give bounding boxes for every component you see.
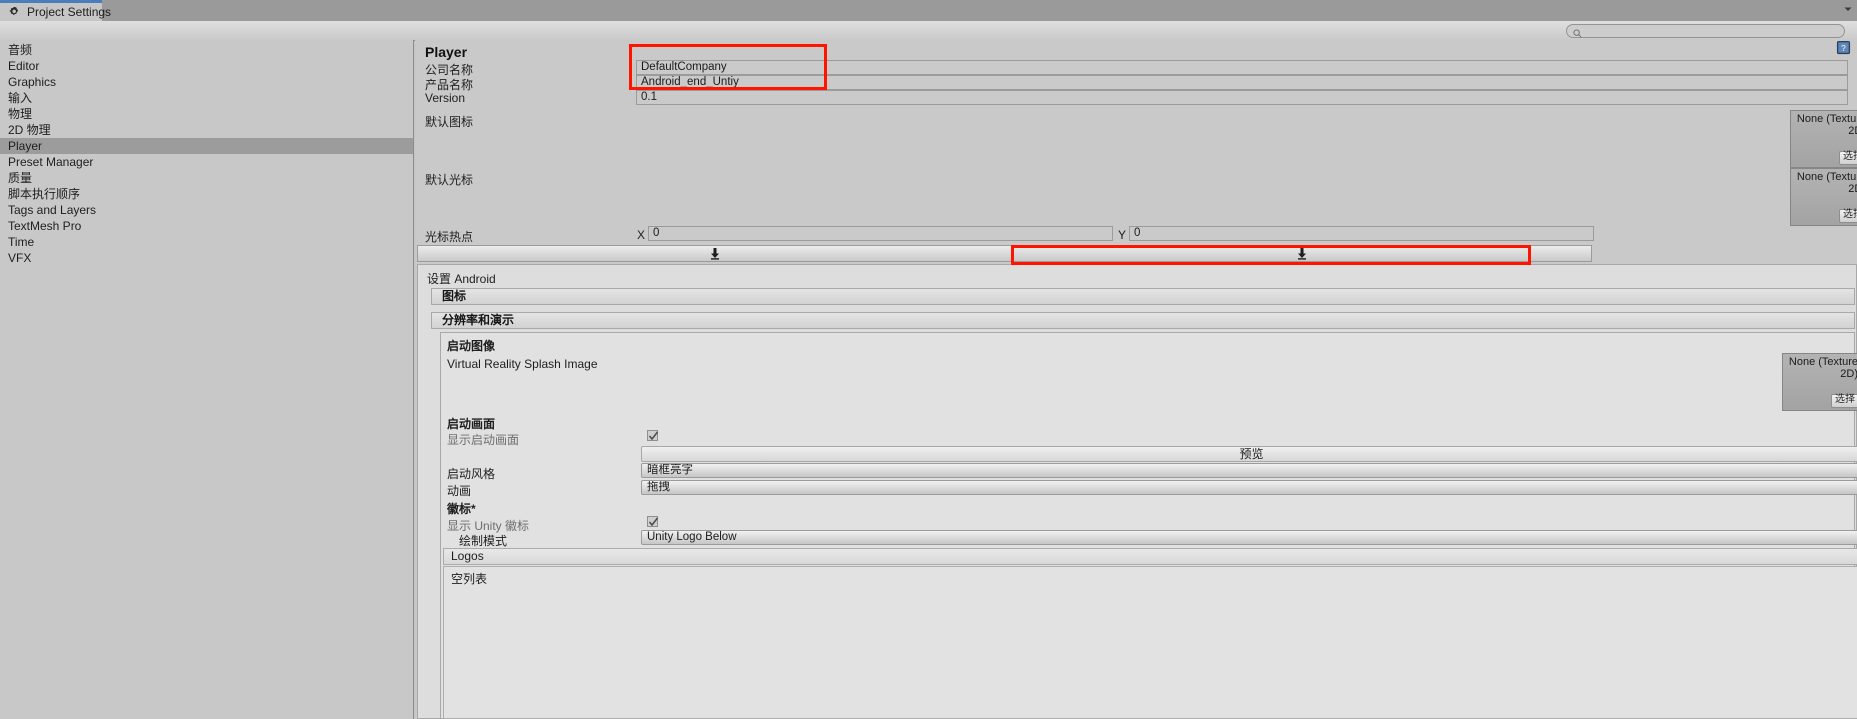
default-cursor-object-field[interactable]: None (Texture 2D) 选择 <box>1790 168 1857 226</box>
default-cursor-value: None (Texture 2D) <box>1796 171 1857 195</box>
version-input[interactable]: 0.1 <box>636 90 1848 105</box>
tab-label: Project Settings <box>27 5 112 19</box>
cursor-hotspot-y-input[interactable]: 0 <box>1129 226 1594 241</box>
search-icon <box>1573 27 1582 37</box>
sidebar-item-tags-and-layers[interactable]: Tags and Layers <box>0 202 413 218</box>
draw-mode-label: 绘制模式 <box>459 534 508 548</box>
tab-project-settings[interactable]: Project Settings <box>0 0 111 21</box>
logos-empty-list: 空列表 <box>443 566 1857 719</box>
default-icon-select-button[interactable]: 选择 <box>1839 151 1857 165</box>
splash-style-dropdown[interactable]: 暗框亮字 <box>641 463 1857 478</box>
default-icon-object-field[interactable]: None (Texture 2D) 选择 <box>1790 110 1857 168</box>
help-book-icon[interactable]: ? <box>1836 40 1851 55</box>
resolution-presentation-foldout[interactable]: 分辨率和演示 <box>431 312 1855 329</box>
gear-icon <box>8 6 21 19</box>
sidebar-item-player[interactable]: Player <box>0 138 413 154</box>
cursor-hotspot-y-label: Y <box>1118 228 1127 242</box>
chevron-down-icon[interactable] <box>1843 3 1853 13</box>
sidebar-item-audio[interactable]: 音频 <box>0 42 413 58</box>
logo-section-title: 徽标* <box>447 502 476 516</box>
window-tab-bar: Project Settings <box>0 0 1857 21</box>
product-name-input[interactable]: Android_end_Untiy <box>636 75 1848 90</box>
platform-tab-standalone[interactable] <box>417 245 1012 262</box>
sidebar-item-editor[interactable]: Editor <box>0 58 413 74</box>
sidebar-item-vfx[interactable]: VFX <box>0 250 413 266</box>
splash-screen-title: 启动画面 <box>447 417 496 431</box>
svg-text:?: ? <box>1841 43 1846 53</box>
sidebar-item-time[interactable]: Time <box>0 234 413 250</box>
sidebar-item-input[interactable]: 输入 <box>0 90 413 106</box>
settings-header: 设置 Android <box>427 272 496 286</box>
splash-preview-button[interactable]: 预览 <box>641 446 1857 462</box>
sidebar-item-preset-manager[interactable]: Preset Manager <box>0 154 413 170</box>
show-unity-logo-checkbox[interactable] <box>647 516 659 527</box>
platform-tab-android[interactable] <box>1012 245 1592 262</box>
icon-foldout[interactable]: 图标 <box>431 288 1855 305</box>
animation-label: 动画 <box>447 484 472 498</box>
cursor-hotspot-label: 光标热点 <box>425 230 474 244</box>
default-icon-label: 默认图标 <box>425 115 474 129</box>
default-cursor-label: 默认光标 <box>425 173 474 187</box>
sidebar-item-script-execution-order[interactable]: 脚本执行顺序 <box>0 186 413 202</box>
vr-splash-object-field[interactable]: None (Texture 2D) 选择 <box>1782 353 1857 411</box>
search-box[interactable] <box>1566 24 1845 38</box>
default-cursor-select-button[interactable]: 选择 <box>1839 209 1857 223</box>
download-arrow-icon <box>1297 248 1308 263</box>
page-title: Player <box>425 44 468 60</box>
vr-splash-image-label: Virtual Reality Splash Image <box>447 357 598 371</box>
cursor-hotspot-x-input[interactable]: 0 <box>648 226 1113 241</box>
sidebar-item-textmesh-pro[interactable]: TextMesh Pro <box>0 218 413 234</box>
draw-mode-dropdown[interactable]: Unity Logo Below <box>641 530 1857 545</box>
version-label: Version <box>425 91 466 105</box>
sidebar-item-graphics[interactable]: Graphics <box>0 74 413 90</box>
splash-image-title: 启动图像 <box>447 339 496 353</box>
vr-splash-select-button[interactable]: 选择 <box>1831 394 1857 408</box>
sidebar-item-quality[interactable]: 质量 <box>0 170 413 186</box>
show-splash-label: 显示启动画面 <box>447 433 520 447</box>
default-icon-value: None (Texture 2D) <box>1796 113 1857 137</box>
logos-list-header[interactable]: Logos <box>443 548 1857 565</box>
empty-list-label: 空列表 <box>451 572 488 586</box>
cursor-hotspot-x-label: X <box>637 228 646 242</box>
sidebar-item-physics[interactable]: 物理 <box>0 106 413 122</box>
sidebar-item-physics-2d[interactable]: 2D 物理 <box>0 122 413 138</box>
unity-project-settings-window: Project Settings 音频 Editor Graphics 输入 物… <box>0 0 1857 719</box>
search-input[interactable] <box>1585 25 1816 37</box>
animation-dropdown[interactable]: 拖拽 <box>641 480 1857 495</box>
splash-style-label: 启动风格 <box>447 467 496 481</box>
player-settings-panel: Player ? 公司名称 DefaultCompany 产品名称 Androi… <box>415 40 1857 719</box>
vr-splash-value: None (Texture 2D) <box>1788 356 1857 380</box>
settings-sidebar: 音频 Editor Graphics 输入 物理 2D 物理 Player Pr… <box>0 40 414 719</box>
settings-toolbar <box>0 21 1857 41</box>
download-arrow-icon <box>709 248 720 263</box>
company-name-input[interactable]: DefaultCompany <box>636 60 1848 75</box>
show-splash-checkbox[interactable] <box>647 430 659 441</box>
